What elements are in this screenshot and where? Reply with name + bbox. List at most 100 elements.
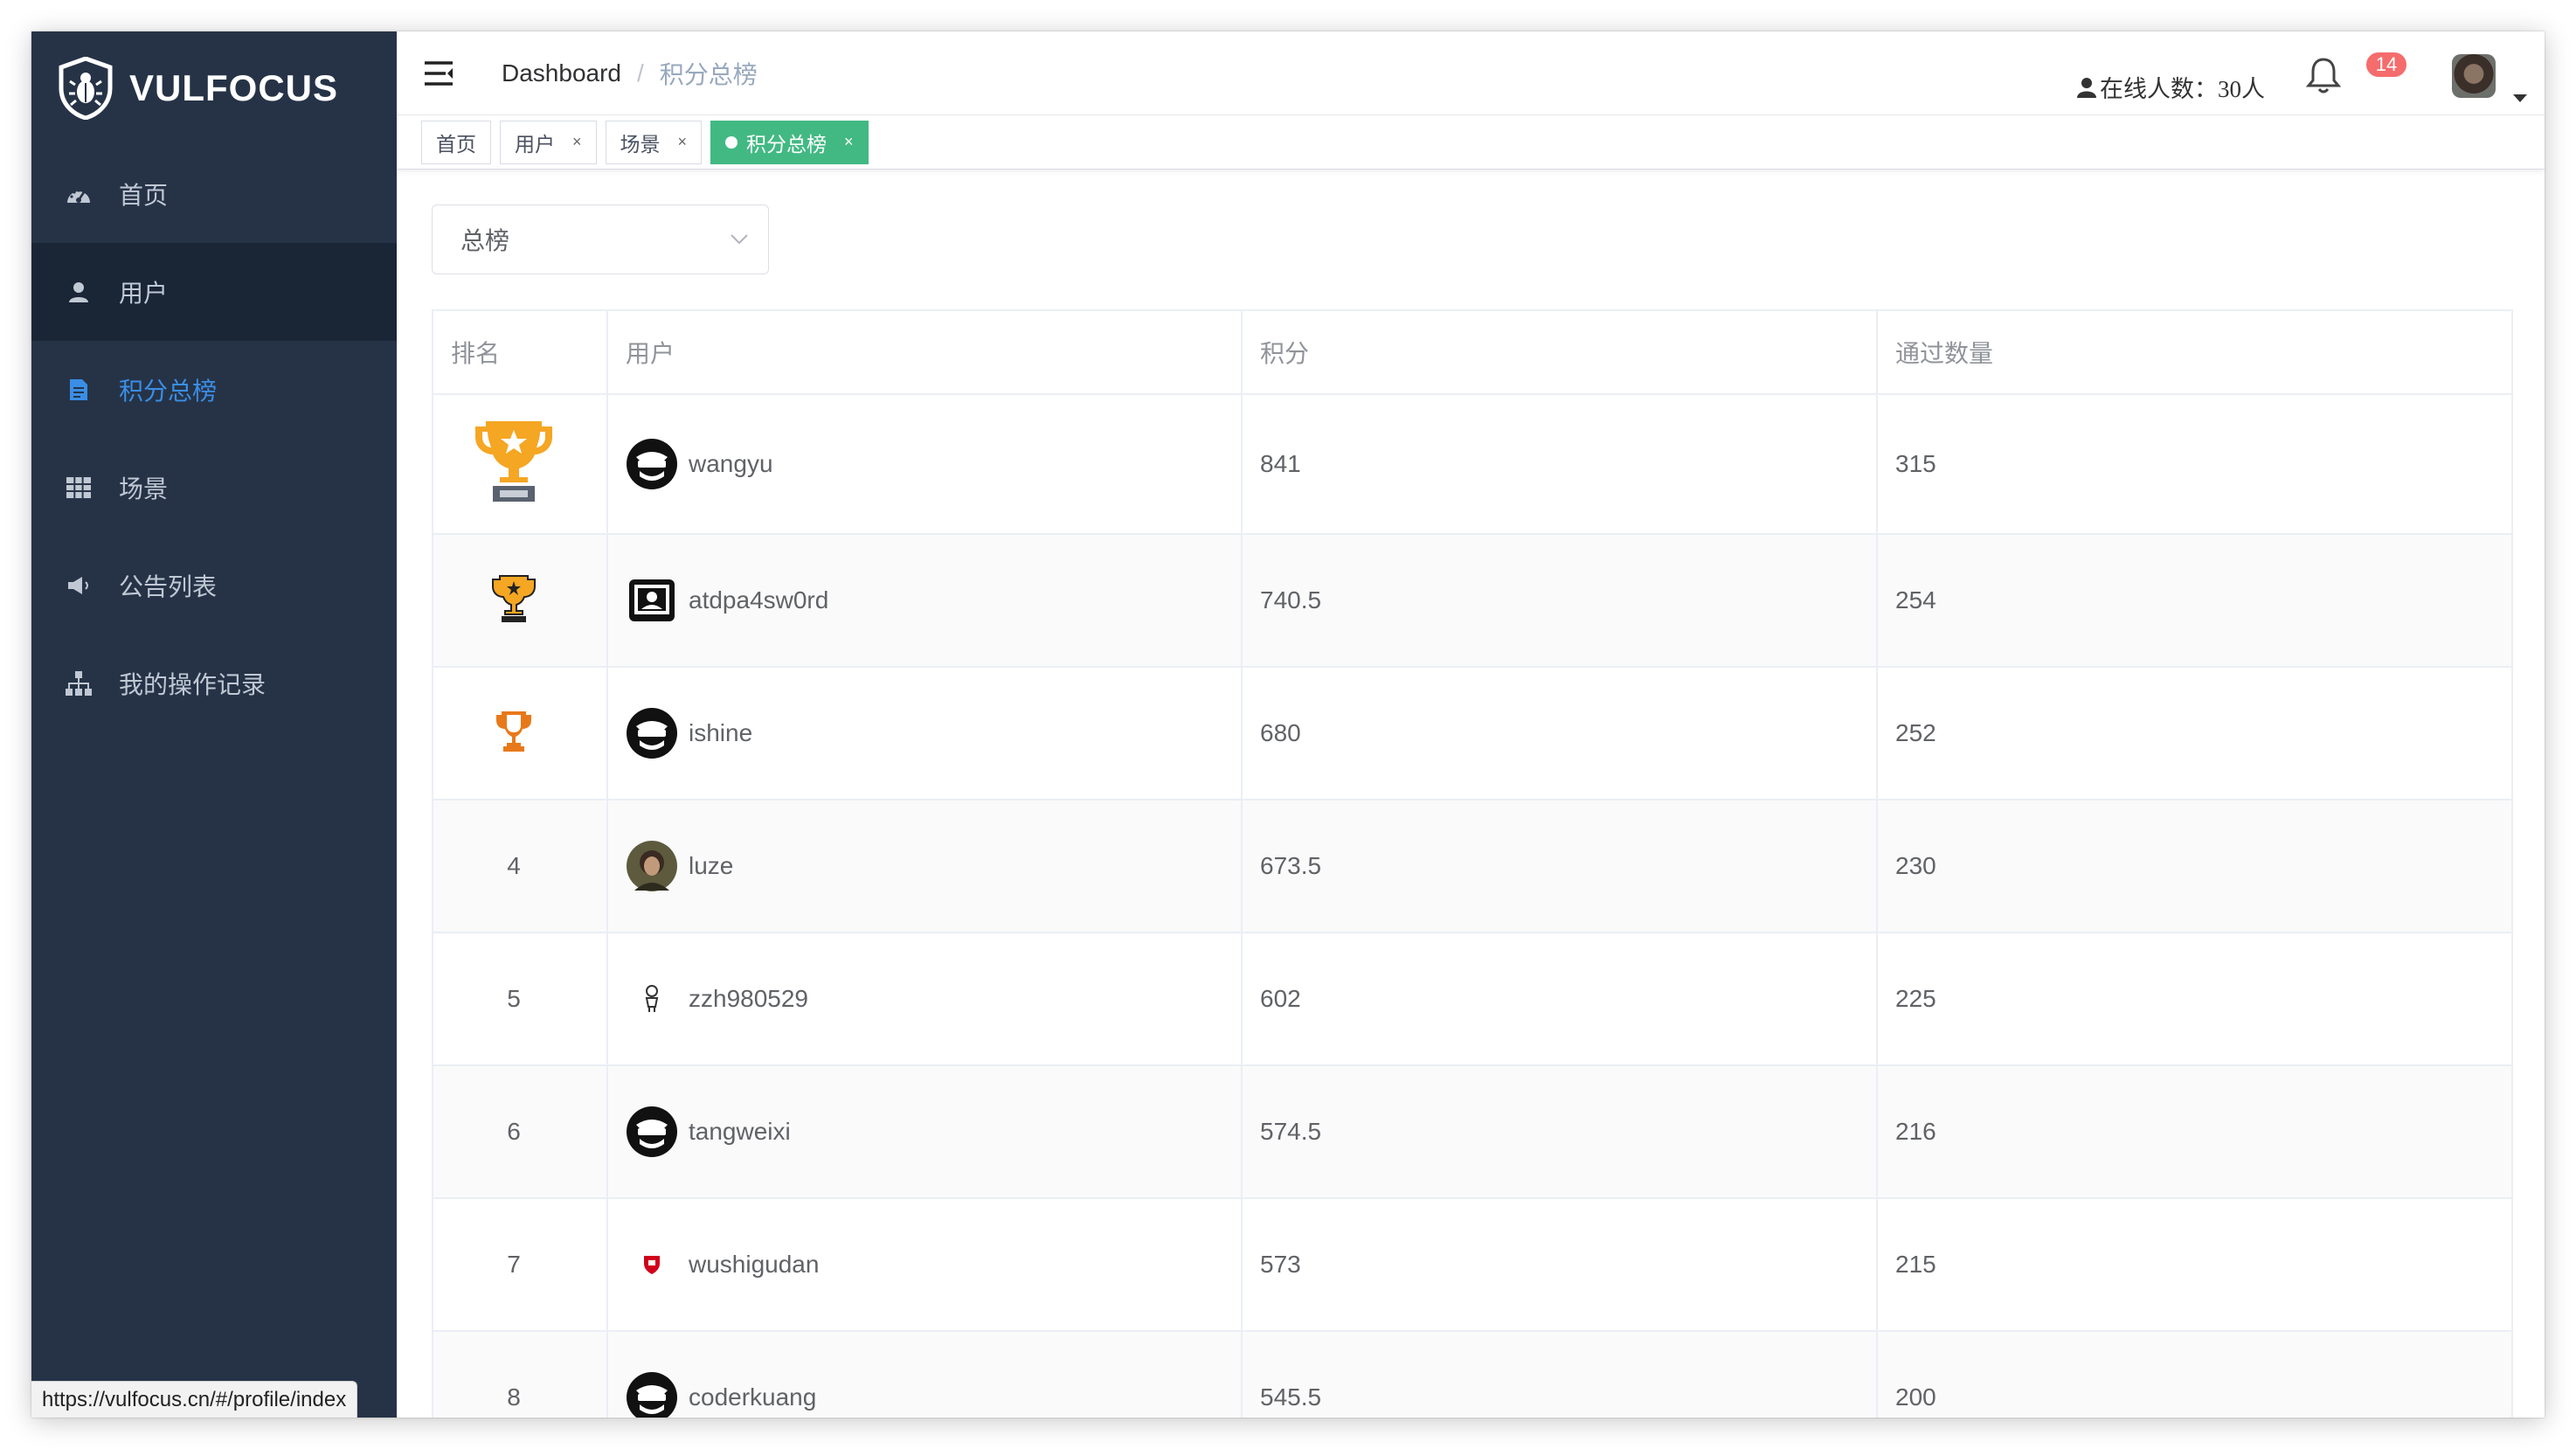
- username[interactable]: wangyu: [689, 450, 773, 478]
- table-row[interactable]: 8 coderkuang 545.5 200: [432, 1330, 2513, 1418]
- close-icon[interactable]: ×: [572, 133, 582, 151]
- table-row[interactable]: 4 luze 673.5 230: [432, 799, 2513, 933]
- bronze-trophy-icon: [496, 711, 531, 752]
- dashboard-icon: [65, 180, 93, 208]
- hacker-avatar-icon: [626, 438, 678, 490]
- user-cell: coderkuang: [606, 1330, 1243, 1418]
- username[interactable]: tangweixi: [689, 1118, 791, 1146]
- leaderboard-table: 排名 用户 积分 通过数量 wangyu 841 315 atdpa4sw0rd…: [432, 309, 2513, 1418]
- score-cell: 545.5: [1241, 1330, 1878, 1418]
- column-header-score: 积分: [1241, 309, 1878, 395]
- rank-cell: [432, 533, 608, 668]
- username[interactable]: ishine: [689, 719, 752, 747]
- column-header-user: 用户: [606, 309, 1243, 395]
- username[interactable]: coderkuang: [689, 1383, 816, 1411]
- breadcrumb-separator: /: [636, 59, 644, 87]
- sidebar-item-label: 我的操作记录: [119, 671, 267, 698]
- table-row[interactable]: 7 wushigudan 573 215: [432, 1197, 2513, 1332]
- passed-cell: 252: [1876, 666, 2513, 801]
- username[interactable]: atdpa4sw0rd: [689, 586, 828, 614]
- sidebar-item-label: 积分总榜: [119, 378, 218, 405]
- username[interactable]: zzh980529: [689, 985, 808, 1013]
- select-value: 总榜: [460, 227, 510, 254]
- table-row[interactable]: ishine 680 252: [432, 666, 2513, 801]
- sidebar-item-label: 首页: [119, 182, 169, 209]
- chevron-down-icon: [731, 234, 748, 245]
- hacker-avatar-icon: [626, 1371, 678, 1418]
- monitor-avatar-icon: [626, 574, 678, 627]
- score-cell: 574.5: [1241, 1064, 1878, 1199]
- passed-cell: 230: [1876, 799, 2513, 933]
- active-dot-icon: [725, 135, 738, 149]
- main-area: Dashboard / 积分总榜 在线人数：30人 14 首页 用户 × 场景 …: [397, 31, 2545, 1418]
- rank-cell: [432, 393, 608, 535]
- rank-number: 8: [507, 1383, 521, 1411]
- content: 总榜 排名 用户 积分 通过数量 wangyu 841 315 atdpa4sw…: [397, 170, 2545, 1418]
- sidebar-item-label: 场景: [119, 475, 169, 503]
- caret-down-icon[interactable]: [2513, 94, 2527, 102]
- passed-cell: 200: [1876, 1330, 2513, 1418]
- rank-cell: 8: [432, 1330, 608, 1418]
- notification-badge: 14: [2365, 51, 2408, 79]
- rank-cell: [432, 666, 608, 801]
- hamburger-menu-icon[interactable]: [423, 60, 454, 87]
- tab-label: 用户: [515, 132, 555, 156]
- shield-avatar-icon: [626, 1238, 678, 1291]
- close-icon[interactable]: ×: [844, 133, 854, 151]
- app-name: VULFOCUS: [129, 67, 338, 108]
- document-icon: [65, 376, 93, 404]
- rank-number: 6: [507, 1118, 521, 1145]
- user-cell: ishine: [606, 666, 1243, 801]
- rank-cell: 7: [432, 1197, 608, 1332]
- username[interactable]: luze: [689, 852, 733, 880]
- navbar: Dashboard / 积分总榜 在线人数：30人 14: [397, 31, 2545, 115]
- tab-users[interactable]: 用户 ×: [500, 120, 597, 164]
- breadcrumb-dashboard[interactable]: Dashboard: [502, 59, 621, 87]
- tab-leaderboard[interactable]: 积分总榜 ×: [710, 120, 869, 164]
- table-row[interactable]: atdpa4sw0rd 740.5 254: [432, 533, 2513, 668]
- user-icon: [65, 278, 93, 306]
- passed-cell: 254: [1876, 533, 2513, 668]
- score-cell: 673.5: [1241, 799, 1878, 933]
- photo-avatar-icon: [626, 840, 678, 892]
- user-cell: wushigudan: [606, 1197, 1243, 1332]
- sidebar-item-label: 用户: [119, 280, 169, 307]
- tab-label: 首页: [436, 132, 476, 156]
- rank-cell: 5: [432, 932, 608, 1066]
- sidebar-item-label: 公告列表: [119, 573, 218, 600]
- ranking-type-select[interactable]: 总榜: [432, 205, 769, 274]
- table-row[interactable]: wangyu 841 315: [432, 393, 2513, 535]
- tab-scenes[interactable]: 场景 ×: [605, 120, 703, 164]
- tab-home[interactable]: 首页: [421, 120, 491, 164]
- table-row[interactable]: 6 tangweixi 574.5 216: [432, 1064, 2513, 1199]
- sidebar-item-my-logs[interactable]: 我的操作记录: [31, 634, 397, 732]
- user-cell: wangyu: [606, 393, 1243, 535]
- logo[interactable]: VULFOCUS: [31, 31, 397, 145]
- table-header: 排名 用户 积分 通过数量: [432, 309, 2513, 395]
- table-row[interactable]: 5 zzh980529 602 225: [432, 932, 2513, 1066]
- passed-cell: 315: [1876, 393, 2513, 535]
- close-icon[interactable]: ×: [678, 133, 688, 151]
- column-header-rank: 排名: [432, 309, 608, 395]
- user-cell: zzh980529: [606, 932, 1243, 1066]
- column-header-passed: 通过数量: [1876, 309, 2513, 395]
- score-cell: 573: [1241, 1197, 1878, 1332]
- rank-number: 4: [507, 852, 521, 879]
- sidebar-item-home[interactable]: 首页: [31, 145, 397, 243]
- sidebar-item-leaderboard[interactable]: 积分总榜: [31, 341, 397, 439]
- browser-window: VULFOCUS 首页 用户 积分总榜 场景 公告列表 我的操作记录 https…: [31, 31, 2545, 1418]
- tags-view: 首页 用户 × 场景 × 积分总榜 ×: [397, 115, 2545, 170]
- sidebar-item-users[interactable]: 用户: [31, 243, 397, 341]
- online-users: 在线人数：30人: [2077, 70, 2265, 104]
- bell-icon[interactable]: [2302, 54, 2345, 98]
- username[interactable]: wushigudan: [689, 1251, 819, 1279]
- user-cell: atdpa4sw0rd: [606, 533, 1243, 668]
- avatar[interactable]: [2452, 54, 2496, 98]
- megaphone-icon: [65, 572, 93, 600]
- passed-cell: 225: [1876, 932, 2513, 1066]
- status-bar-url: https://vulfocus.cn/#/profile/index: [31, 1381, 358, 1418]
- score-cell: 841: [1241, 393, 1878, 535]
- passed-cell: 216: [1876, 1064, 2513, 1199]
- sidebar-item-announcements[interactable]: 公告列表: [31, 537, 397, 634]
- sidebar-item-scenes[interactable]: 场景: [31, 439, 397, 537]
